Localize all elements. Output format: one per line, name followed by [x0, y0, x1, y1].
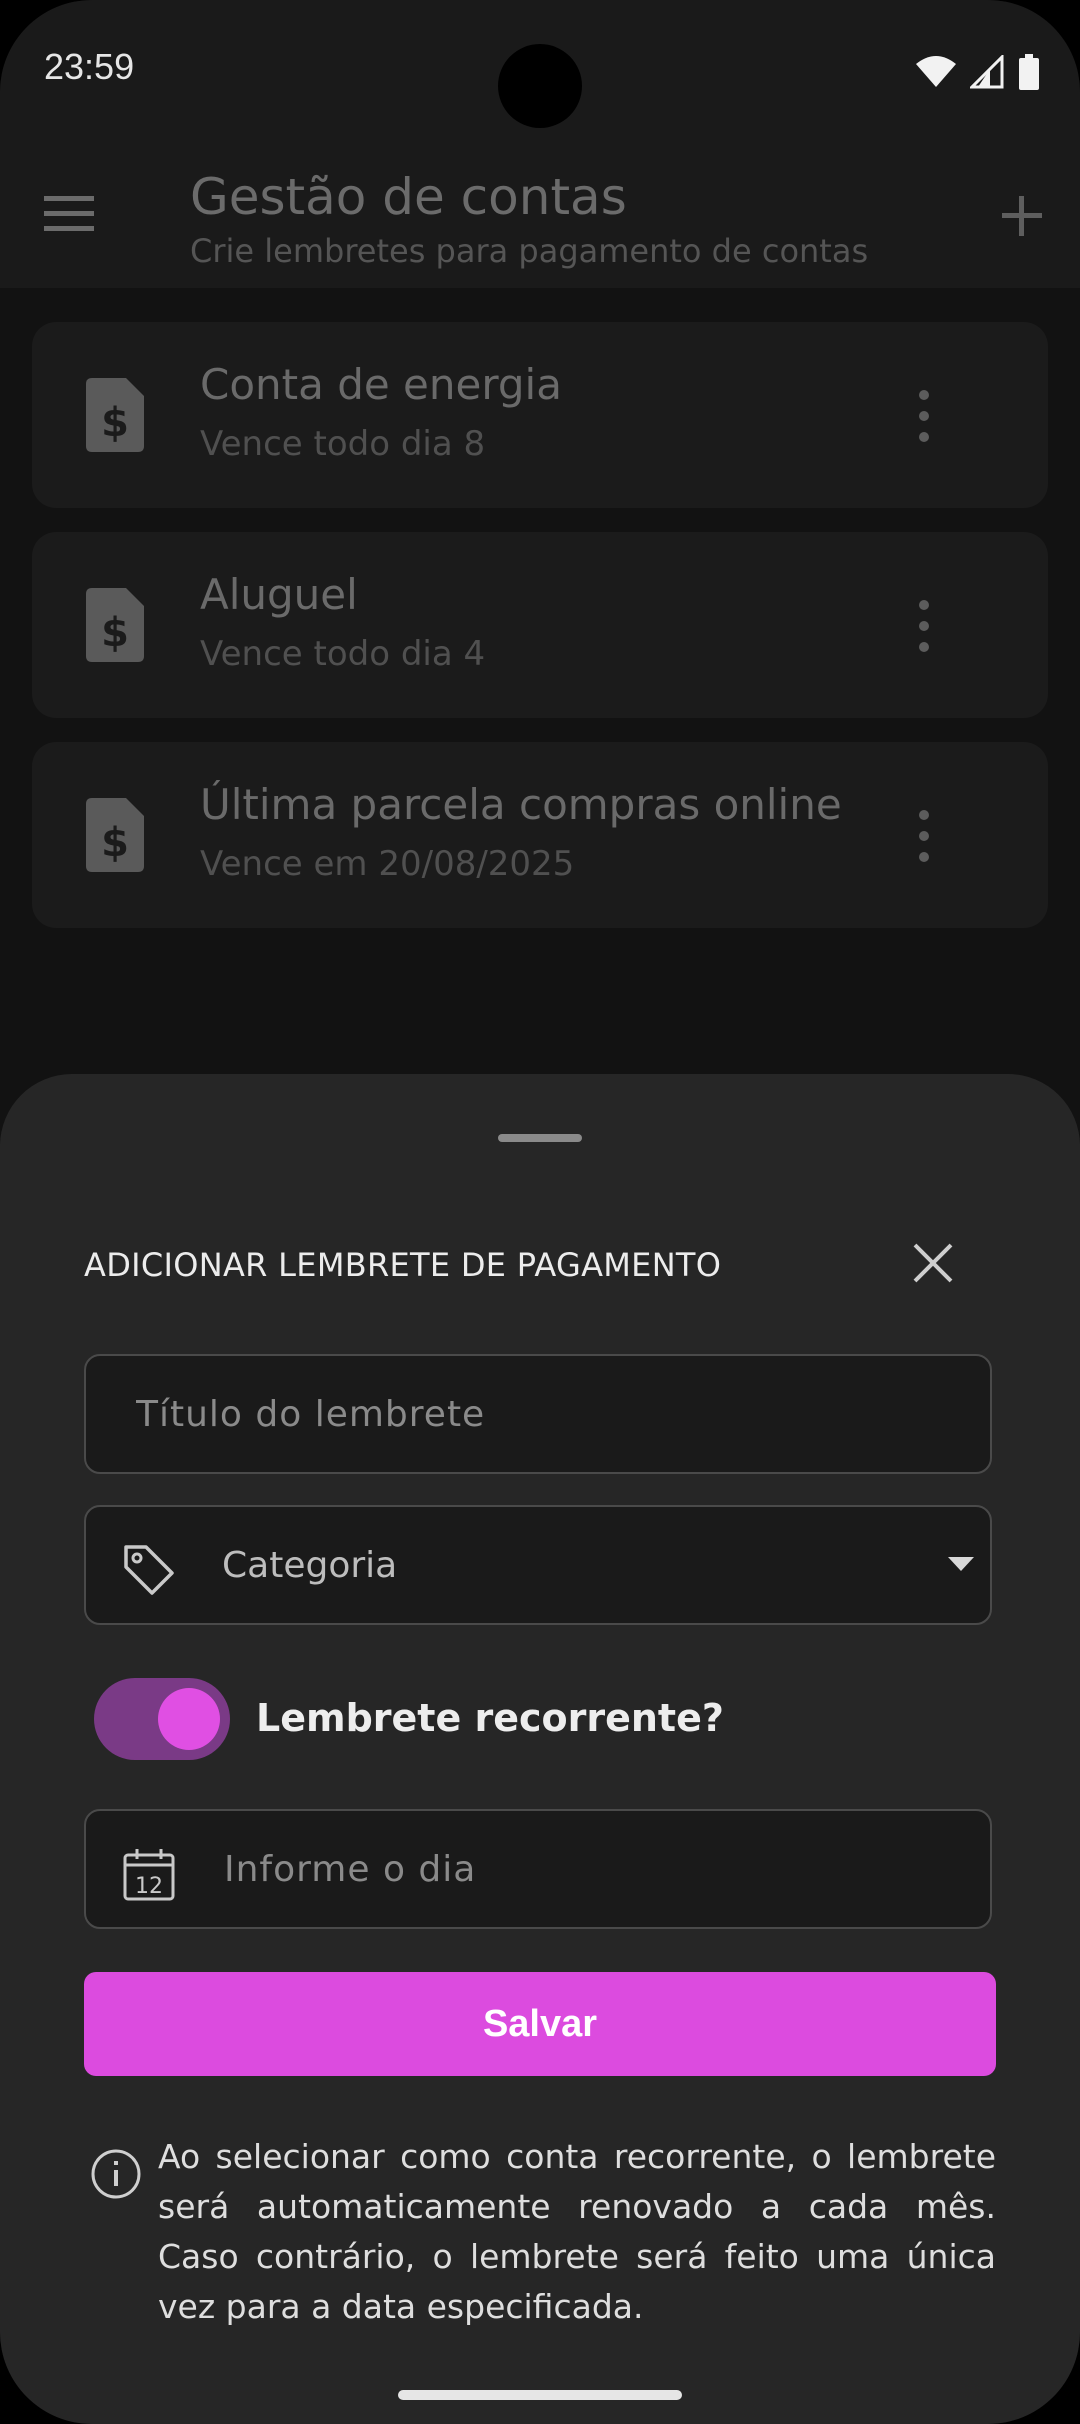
drag-handle[interactable] [498, 1134, 582, 1142]
more-options-icon[interactable] [912, 810, 936, 862]
battery-icon [1019, 54, 1039, 90]
sheet-title: ADICIONAR LEMBRETE DE PAGAMENTO [84, 1246, 722, 1284]
bill-due-date: Vence todo dia 8 [200, 424, 486, 464]
add-reminder-bottom-sheet: ADICIONAR LEMBRETE DE PAGAMENTO Categori… [0, 1074, 1080, 2424]
reminder-title-input[interactable] [86, 1356, 990, 1472]
category-value: Categoria [222, 1545, 398, 1586]
bill-document-icon: $ [86, 798, 144, 872]
status-icons [916, 52, 1040, 92]
page-subtitle: Crie lembretes para pagamento de contas [190, 232, 869, 270]
more-options-icon[interactable] [912, 600, 936, 652]
bill-card[interactable]: $ Aluguel Vence todo dia 4 [32, 532, 1048, 718]
recurring-toggle[interactable] [94, 1678, 230, 1760]
bill-title: Última parcela compras online [200, 780, 842, 829]
wifi-icon [916, 56, 956, 87]
day-input[interactable] [86, 1811, 990, 1927]
more-options-icon[interactable] [912, 390, 936, 442]
bill-card[interactable]: $ Conta de energia Vence todo dia 8 [32, 322, 1048, 508]
category-select[interactable]: Categoria [84, 1505, 992, 1625]
app-bar: Gestão de contas Crie lembretes para pag… [0, 140, 1080, 288]
page-title: Gestão de contas [190, 168, 627, 226]
chevron-down-icon [948, 1557, 974, 1571]
recurring-info-text: Ao selecionar como conta recorrente, o l… [158, 2137, 996, 2326]
phone-screen: 23:59 Gestão de contas Crie lembretes pa… [0, 0, 1080, 2424]
info-icon [91, 2149, 141, 2199]
bill-document-icon: $ [86, 588, 144, 662]
svg-text:$: $ [101, 820, 129, 866]
bill-card[interactable]: $ Última parcela compras online Vence em… [32, 742, 1048, 928]
status-bar: 23:59 [0, 0, 1080, 140]
add-icon[interactable] [998, 192, 1046, 240]
status-time: 23:59 [44, 46, 135, 87]
day-field: 12 [84, 1809, 992, 1929]
tag-icon [124, 1545, 174, 1595]
svg-text:$: $ [101, 610, 129, 656]
save-button[interactable]: Salvar [84, 1972, 996, 2076]
toggle-knob [158, 1688, 220, 1750]
home-indicator[interactable] [398, 2390, 682, 2400]
reminder-title-field [84, 1354, 992, 1474]
svg-text:$: $ [101, 400, 129, 446]
close-icon[interactable] [912, 1242, 954, 1284]
bill-list: $ Conta de energia Vence todo dia 8 $ Al… [32, 322, 1048, 952]
cell-signal-icon [970, 55, 1004, 89]
bill-title: Conta de energia [200, 360, 562, 409]
menu-icon[interactable] [44, 194, 96, 234]
bill-document-icon: $ [86, 378, 144, 452]
bill-due-date: Vence em 20/08/2025 [200, 844, 575, 884]
bill-title: Aluguel [200, 570, 358, 619]
front-camera [498, 44, 582, 128]
recurring-toggle-label: Lembrete recorrente? [256, 1696, 724, 1740]
bill-due-date: Vence todo dia 4 [200, 634, 486, 674]
